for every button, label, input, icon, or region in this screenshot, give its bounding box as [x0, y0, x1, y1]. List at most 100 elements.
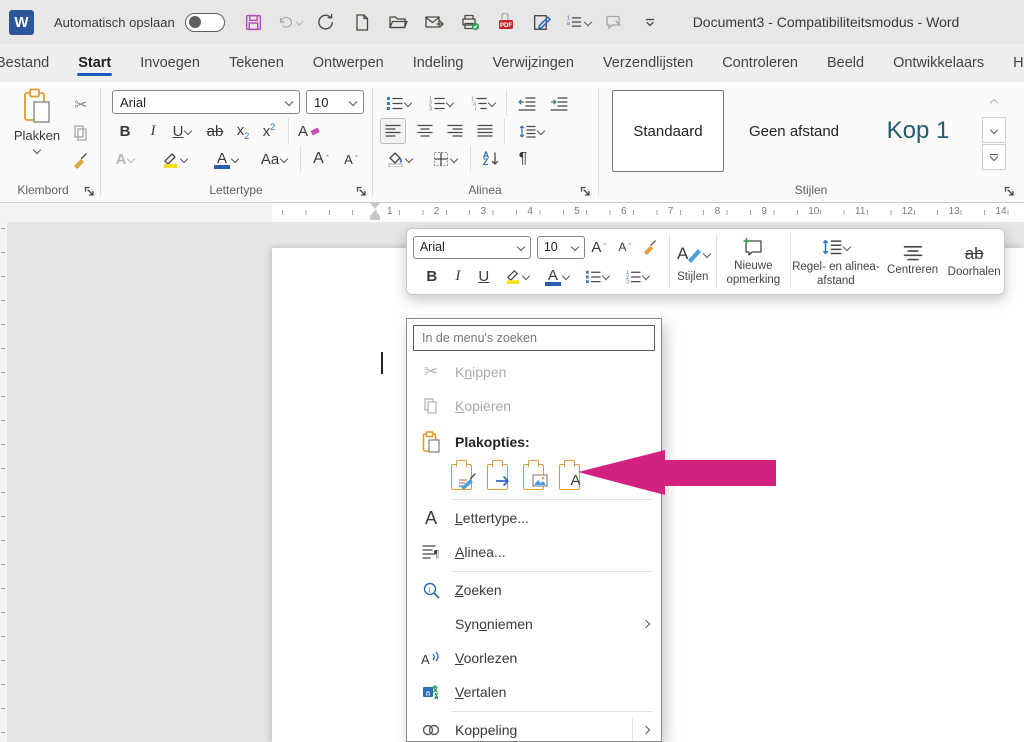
paste-merge-formatting-icon[interactable] [487, 460, 514, 491]
paste-keep-source-formatting-icon[interactable] [451, 460, 478, 491]
autosave-toggle[interactable] [185, 13, 225, 32]
style-kop1[interactable]: Kop 1 [864, 90, 972, 172]
menu-item-lettertype[interactable]: A Lettertype... [407, 501, 661, 535]
numbering-button[interactable]: 123 [422, 90, 458, 116]
justify-button[interactable] [472, 118, 498, 144]
new-document-icon[interactable] [349, 9, 375, 35]
mini-bold-button[interactable]: B [420, 264, 444, 288]
paste-picture-icon[interactable] [523, 460, 550, 491]
style-geen-afstand[interactable]: Geen afstand [728, 90, 860, 172]
tab-tekenen[interactable]: Tekenen [227, 46, 286, 80]
paragraph-dialog-icon: ¶ [419, 544, 443, 560]
pdf-icon[interactable]: PDF [493, 9, 519, 35]
shading-button[interactable] [380, 146, 418, 172]
font-color-button[interactable]: A [206, 146, 246, 172]
mini-shrink-font-button[interactable]: Aˇ [613, 235, 637, 259]
bullets-button[interactable] [380, 90, 416, 116]
bold-button[interactable]: B [112, 118, 138, 144]
mini-new-comment-button[interactable]: Nieuwe opmerking [717, 229, 790, 294]
subscript-button[interactable]: x2 [230, 118, 256, 144]
indent-markers[interactable] [368, 203, 382, 222]
save-icon[interactable] [241, 9, 267, 35]
redo-icon[interactable] [313, 9, 339, 35]
styles-gallery-expand-icon[interactable] [982, 144, 1006, 170]
mini-center-button[interactable]: Centreren [881, 229, 945, 294]
mini-font-size-combo[interactable]: 10 [537, 236, 585, 259]
styles-scroll-up-icon[interactable] [982, 90, 1006, 116]
multilevel-list-button[interactable]: 1ai [464, 90, 500, 116]
tab-indeling[interactable]: Indeling [411, 46, 466, 80]
menu-search-input[interactable] [413, 325, 655, 351]
mini-grow-font-button[interactable]: Aˆ [587, 235, 611, 259]
mini-bullets-button[interactable] [578, 264, 616, 288]
menu-item-zoeken[interactable]: i Zoeken [407, 573, 661, 607]
tab-verwijzingen[interactable]: Verwijzingen [491, 46, 576, 80]
borders-button[interactable] [426, 146, 464, 172]
mini-styles-button[interactable]: A Stijlen [670, 229, 716, 294]
mini-underline-button[interactable]: U [472, 264, 496, 288]
styles-scroll-down-icon[interactable] [982, 117, 1006, 143]
decrease-indent-button[interactable] [514, 90, 540, 116]
tab-controleren[interactable]: Controleren [720, 46, 800, 80]
text-highlight-button[interactable] [152, 146, 196, 172]
align-right-button[interactable] [442, 118, 468, 144]
paste-button[interactable]: Plakken [10, 88, 64, 180]
align-left-button[interactable] [380, 118, 406, 144]
mini-format-painter-icon[interactable] [639, 235, 663, 259]
menu-item-koppeling[interactable]: Koppeling [407, 713, 661, 742]
comments-icon[interactable] [601, 9, 627, 35]
quick-print-icon[interactable] [457, 9, 483, 35]
left-indent-marker[interactable] [370, 216, 380, 220]
increase-indent-button[interactable] [546, 90, 572, 116]
italic-button[interactable]: I [140, 118, 166, 144]
sort-button[interactable]: AZ [478, 146, 504, 172]
paste-dropdown-chevron[interactable] [33, 146, 41, 154]
mini-strikethrough-button[interactable]: ab Doorhalen [944, 229, 1004, 294]
underline-button[interactable]: U [164, 118, 200, 144]
mini-numbering-button[interactable]: 123 [618, 264, 656, 288]
alinea-dialog-launcher-icon[interactable] [580, 186, 591, 197]
change-case-button[interactable]: Aa [254, 146, 294, 172]
style-standaard[interactable]: Standaard [612, 90, 724, 172]
menu-item-voorlezen[interactable]: A Voorlezen [407, 641, 661, 675]
email-icon[interactable] [421, 9, 447, 35]
show-paragraph-marks-button[interactable]: ¶ [510, 146, 536, 172]
mini-italic-button[interactable]: I [446, 264, 470, 288]
tab-invoegen[interactable]: Invoegen [138, 46, 202, 80]
more-commands-icon[interactable] [637, 9, 663, 35]
menu-item-synoniemen[interactable]: Synoniemen [407, 607, 661, 641]
horizontal-ruler[interactable]: 1234567891011121314 [0, 203, 1024, 222]
align-center-button[interactable] [412, 118, 438, 144]
mini-highlight-button[interactable] [498, 264, 536, 288]
menu-item-vertalen[interactable]: a Vertalen [407, 675, 661, 709]
superscript-button[interactable]: x2 [256, 118, 282, 144]
strikethrough-button[interactable]: ab [202, 118, 228, 144]
tab-start[interactable]: Start [76, 46, 113, 80]
tab-ontwerpen[interactable]: Ontwerpen [311, 46, 386, 80]
clear-formatting-button[interactable]: A [296, 118, 322, 144]
tab-bestand[interactable]: Bestand [0, 46, 51, 80]
tab-help[interactable]: Help [1011, 46, 1024, 80]
mini-font-name-combo[interactable]: Arial [413, 236, 531, 259]
tab-verzendlijsten[interactable]: Verzendlijsten [601, 46, 695, 80]
autosave-label: Automatisch opslaan [54, 15, 175, 30]
lettertype-dialog-launcher-icon[interactable] [356, 186, 367, 197]
mini-line-spacing-button[interactable]: Regel- en alinea-afstand [791, 229, 881, 294]
open-folder-icon[interactable] [385, 9, 411, 35]
first-line-indent-marker[interactable] [370, 203, 380, 209]
line-spacing-button[interactable] [512, 118, 550, 144]
menu-item-alinea[interactable]: ¶ Alinea... [407, 535, 661, 569]
numbered-list-icon[interactable]: 1a [565, 9, 591, 35]
text-effects-button[interactable]: A [108, 146, 142, 172]
font-name-combo[interactable]: Arial [112, 90, 300, 114]
klembord-dialog-launcher-icon[interactable] [84, 186, 95, 197]
font-size-combo[interactable]: 10 [306, 90, 364, 114]
grow-font-button[interactable]: Aˆ [308, 146, 334, 172]
mini-font-color-button[interactable]: A [538, 264, 576, 288]
format-painter-icon[interactable] [68, 148, 94, 174]
stijlen-dialog-launcher-icon[interactable] [1004, 186, 1015, 197]
tab-beeld[interactable]: Beeld [825, 46, 866, 80]
edit-document-icon[interactable] [529, 9, 555, 35]
tab-ontwikkelaars[interactable]: Ontwikkelaars [891, 46, 986, 80]
shrink-font-button[interactable]: Aˇ [338, 146, 364, 172]
